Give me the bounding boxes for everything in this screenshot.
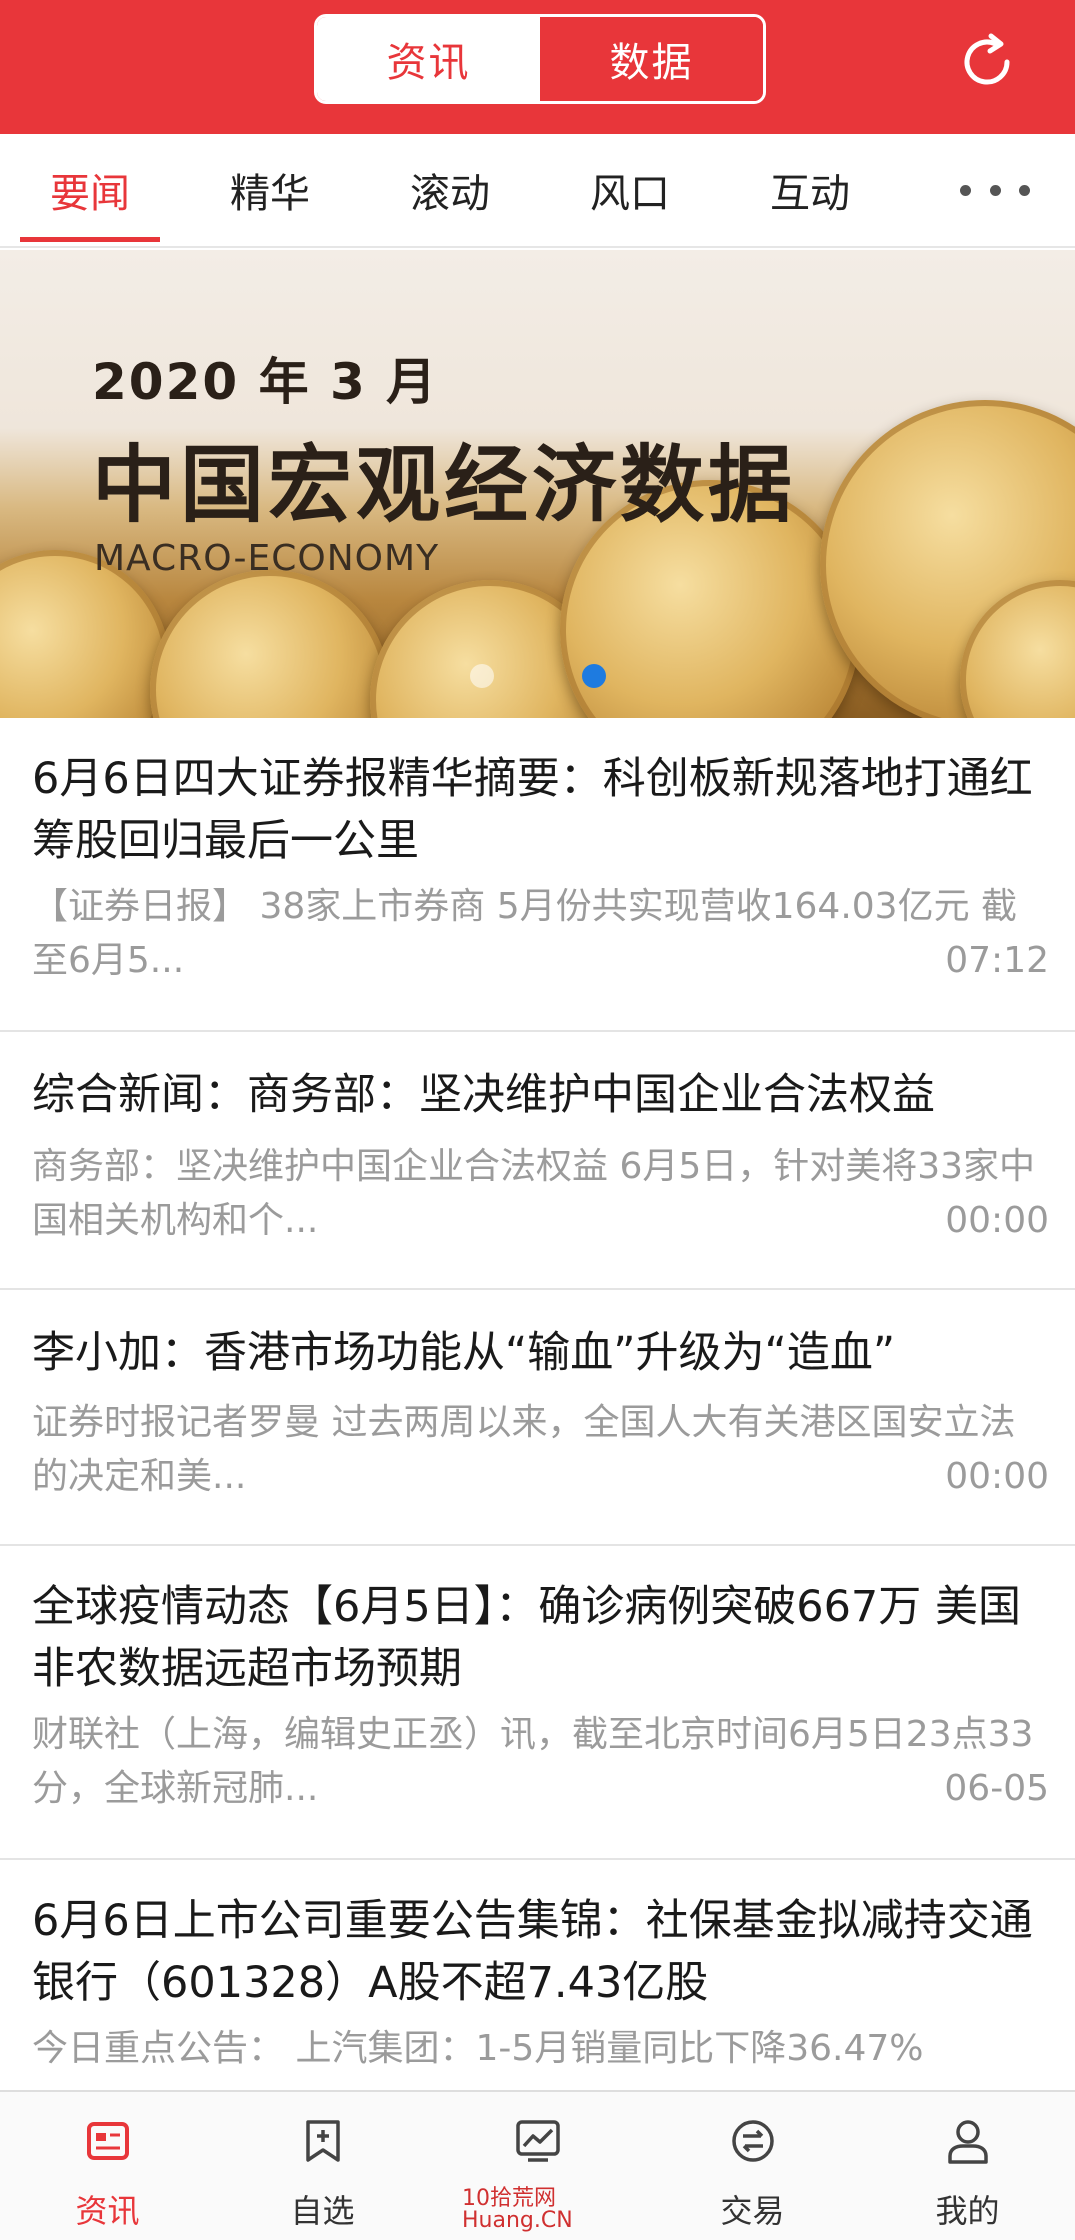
news-title: 6月6日四大证券报精华摘要：科创板新规落地打通红筹股回归最后一公里	[32, 754, 1033, 866]
news-title: 6月6日上市公司重要公告集锦：社保基金拟减持交通银行（601328）A股不超7.…	[32, 1896, 1033, 2008]
nav-label: 我的	[935, 2192, 1000, 2230]
tab-jinghua[interactable]: 精华	[200, 134, 340, 246]
tab-hudong[interactable]: 互动	[740, 134, 880, 246]
nav-trade[interactable]: 交易	[645, 2092, 860, 2240]
news-summary: 证券时报记者罗曼 过去两周以来，全国人大有关港区国安立法的决定和美...	[32, 1402, 1016, 1497]
tab-fengkou[interactable]: 风口	[560, 134, 700, 246]
nav-profile[interactable]: 我的	[860, 2092, 1075, 2240]
news-title: 全球疫情动态【6月5日】：确诊病例突破667万 美国非农数据远超市场预期	[32, 1582, 1021, 1694]
banner-title: 中国宏观经济数据	[92, 436, 797, 534]
tab-gundong[interactable]: 滚动	[380, 134, 520, 246]
coin-image	[150, 570, 390, 718]
bookmark-add-icon	[306, 2120, 340, 2162]
nav-label: 交易	[720, 2192, 785, 2230]
carousel-dot[interactable]	[470, 664, 494, 688]
banner-subtitle: MACRO-ECONOMY	[94, 538, 440, 579]
refresh-icon[interactable]	[955, 30, 1019, 94]
segment-control: 资讯 数据	[314, 14, 766, 104]
news-icon	[87, 2122, 129, 2160]
tab-yaowen[interactable]: 要闻	[20, 134, 160, 246]
news-time: 06-05	[936, 1768, 1049, 1809]
news-time: 07:12	[937, 940, 1049, 981]
segment-data[interactable]: 数据	[540, 17, 763, 101]
chart-icon	[516, 2120, 560, 2162]
news-summary: 【证券日报】 38家上市券商 5月份共实现营收164.03亿元 截至6月5...	[32, 886, 1018, 981]
trade-icon	[732, 2120, 774, 2162]
category-tabs: 要闻 精华 滚动 风口 互动	[0, 134, 1075, 248]
nav-label: 资讯	[75, 2192, 140, 2230]
profile-icon	[948, 2120, 988, 2164]
news-summary: 今日重点公告： 上汽集团：1-5月销量同比下降36.47%	[32, 2028, 924, 2069]
news-item[interactable]: 李小加：香港市场功能从“输血”升级为“造血” 证券时报记者罗曼 过去两周以来，全…	[0, 1290, 1075, 1546]
news-title: 李小加：香港市场功能从“输血”升级为“造血”	[32, 1328, 896, 1378]
news-summary: 财联社（上海，编辑史正丞）讯，截至北京时间6月5日23点33分，全球新冠肺...	[32, 1714, 1034, 1809]
banner-carousel[interactable]: 2020 年 3 月 中国宏观经济数据 MACRO-ECONOMY	[0, 250, 1075, 718]
news-item[interactable]: 全球疫情动态【6月5日】：确诊病例突破667万 美国非农数据远超市场预期 财联社…	[0, 1546, 1075, 1860]
nav-watchlist[interactable]: 自选	[215, 2092, 430, 2240]
carousel-indicator	[470, 664, 610, 690]
segment-news[interactable]: 资讯	[317, 17, 540, 101]
banner-year: 2020 年 3 月	[92, 353, 439, 411]
watermark: 10拾荒网 Huang.CN	[462, 2186, 573, 2233]
nav-label: 自选	[290, 2192, 355, 2230]
news-item[interactable]: 6月6日四大证券报精华摘要：科创板新规落地打通红筹股回归最后一公里 【证券日报】…	[0, 718, 1075, 1032]
nav-news[interactable]: 资讯	[0, 2092, 215, 2240]
more-dots-icon[interactable]	[960, 178, 1030, 202]
news-title: 综合新闻：商务部：坚决维护中国企业合法权益	[32, 1070, 935, 1120]
carousel-dot-active[interactable]	[582, 664, 606, 688]
top-header: 资讯 数据	[0, 0, 1075, 134]
news-time: 00:00	[937, 1456, 1049, 1497]
news-summary: 商务部：坚决维护中国企业合法权益 6月5日，针对美将33家中国相关机构和个...	[32, 1146, 1036, 1241]
news-time: 00:00	[937, 1200, 1049, 1241]
news-item[interactable]: 综合新闻：商务部：坚决维护中国企业合法权益 商务部：坚决维护中国企业合法权益 6…	[0, 1032, 1075, 1290]
news-item[interactable]: 6月6日上市公司重要公告集锦：社保基金拟减持交通银行（601328）A股不超7.…	[0, 1860, 1075, 2090]
active-tab-indicator	[20, 237, 160, 242]
